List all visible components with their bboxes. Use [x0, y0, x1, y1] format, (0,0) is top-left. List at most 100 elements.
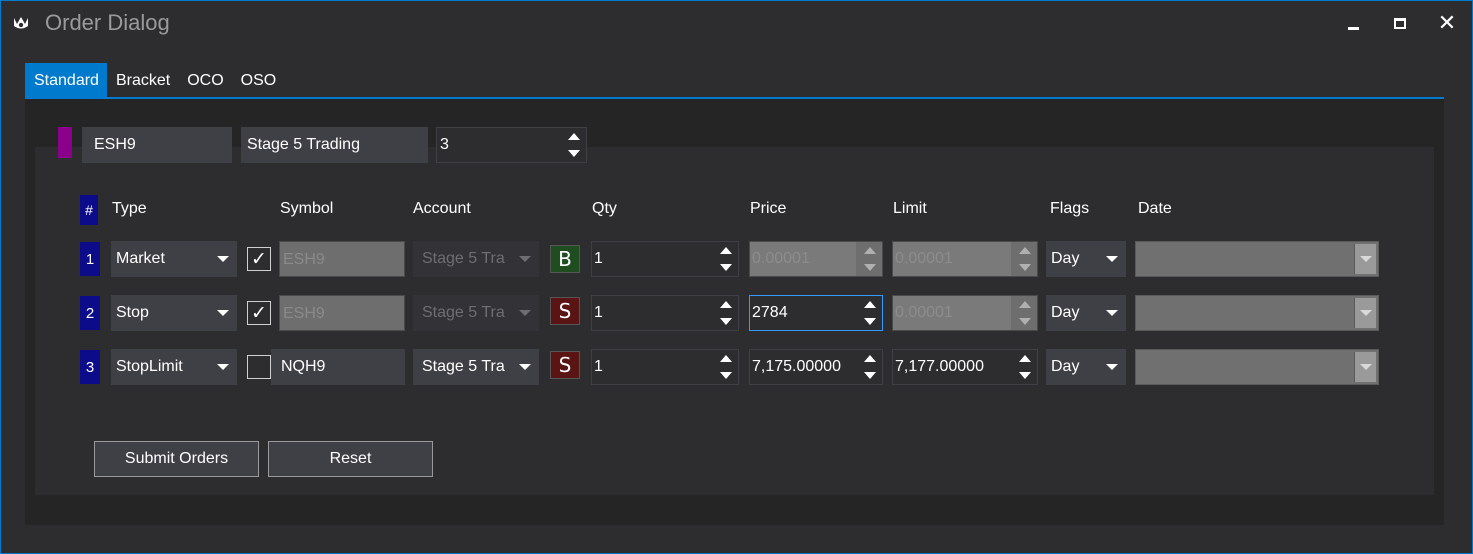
symbol-field-2[interactable]: ESH9: [279, 295, 405, 331]
account-column-header: Account: [413, 200, 471, 217]
row-number-header: #: [80, 195, 98, 225]
account-select-2[interactable]: Stage 5 Tra: [413, 295, 539, 331]
date-dropdown-button[interactable]: [1354, 244, 1376, 274]
spinner-arrows-icon[interactable]: [1019, 301, 1031, 325]
chevron-down-icon: [217, 256, 229, 262]
row-enabled-checkbox-3[interactable]: [247, 355, 271, 379]
date-dropdown-button[interactable]: [1354, 298, 1376, 328]
spinner-arrows-icon[interactable]: [720, 301, 732, 325]
checkmark-icon: ✓: [251, 302, 267, 324]
sell-side-button-2[interactable]: S: [550, 297, 580, 325]
price-stepper-1[interactable]: 0.00001: [749, 241, 883, 277]
minimize-button[interactable]: [1333, 9, 1373, 37]
color-swatch[interactable]: [58, 127, 72, 158]
price-value: 0.00001: [752, 250, 810, 267]
spinner-arrows-icon[interactable]: [568, 133, 580, 157]
order-type-select-1[interactable]: Market: [111, 241, 237, 277]
spinner-arrows-icon[interactable]: [864, 301, 876, 325]
tab-standard[interactable]: Standard: [25, 63, 107, 98]
flags-value: Day: [1051, 250, 1080, 267]
order-type-value: Market: [116, 250, 165, 267]
symbol-field-3[interactable]: NQH9: [271, 349, 405, 385]
account-value: Stage 5 Tra: [422, 304, 505, 321]
chevron-down-icon: [1106, 310, 1118, 316]
qty-stepper-2[interactable]: 1: [591, 295, 739, 331]
header-quantity-value: 3: [440, 136, 449, 153]
maximize-button[interactable]: [1380, 9, 1420, 37]
sell-side-button-3[interactable]: S: [550, 351, 580, 379]
row-enabled-checkbox-1[interactable]: ✓: [247, 247, 271, 271]
chevron-down-icon: [1360, 256, 1372, 262]
order-type-value: StopLimit: [116, 358, 183, 375]
chevron-down-icon: [519, 364, 531, 370]
close-icon: ✕: [1437, 10, 1457, 35]
tab-bracket[interactable]: Bracket: [107, 63, 178, 98]
chevron-down-icon: [1106, 364, 1118, 370]
account-value: Stage 5 Tra: [422, 250, 505, 267]
buy-side-button-1[interactable]: B: [550, 245, 580, 273]
spinner-arrows-icon[interactable]: [720, 247, 732, 271]
symbol-field-1[interactable]: ESH9: [279, 241, 405, 277]
flags-select-2[interactable]: Day: [1046, 295, 1126, 331]
minimize-icon: [1347, 26, 1359, 30]
price-stepper-2[interactable]: 2784: [749, 295, 883, 331]
spinner-arrows-icon[interactable]: [720, 355, 732, 379]
price-stepper-3[interactable]: 7,175.00000: [749, 349, 883, 385]
qty-stepper-3[interactable]: 1: [591, 349, 739, 385]
qty-value: 1: [594, 304, 603, 321]
flags-select-1[interactable]: Day: [1046, 241, 1126, 277]
price-value: 2784: [752, 304, 788, 321]
flags-column-header: Flags: [1050, 200, 1090, 217]
chevron-down-icon: [1360, 310, 1372, 316]
account-value: Stage 5 Tra: [422, 358, 505, 375]
close-button[interactable]: ✕: [1427, 9, 1467, 37]
account-select-3[interactable]: Stage 5 Tra: [413, 349, 539, 385]
date-column-header: Date: [1138, 200, 1172, 217]
limit-stepper-1[interactable]: 0.00001: [892, 241, 1038, 277]
chevron-down-icon: [519, 256, 531, 262]
maximize-icon: [1394, 17, 1406, 29]
limit-stepper-2[interactable]: 0.00001: [892, 295, 1038, 331]
date-dropdown-button[interactable]: [1354, 352, 1376, 382]
checkmark-icon: ✓: [251, 248, 267, 270]
date-picker-3[interactable]: [1135, 349, 1379, 385]
window-title: Order Dialog: [45, 10, 170, 35]
spinner-arrows-icon[interactable]: [864, 355, 876, 379]
title-bar[interactable]: Order Dialog ✕: [1, 1, 1472, 45]
submit-orders-button[interactable]: Submit Orders: [94, 441, 259, 477]
row-number-3: 3: [80, 350, 100, 384]
flags-select-3[interactable]: Day: [1046, 349, 1126, 385]
reset-button[interactable]: Reset: [268, 441, 433, 477]
price-column-header: Price: [750, 200, 787, 217]
limit-value: 0.00001: [895, 304, 953, 321]
account-select-1[interactable]: Stage 5 Tra: [413, 241, 539, 277]
flags-value: Day: [1051, 358, 1080, 375]
order-type-select-3[interactable]: StopLimit: [111, 349, 237, 385]
date-picker-1[interactable]: [1135, 241, 1379, 277]
chevron-down-icon: [217, 364, 229, 370]
row-enabled-checkbox-2[interactable]: ✓: [247, 301, 271, 325]
flags-value: Day: [1051, 304, 1080, 321]
order-dialog-window: Order Dialog ✕ Standard Bracket OCO OSO …: [0, 0, 1473, 554]
limit-stepper-3[interactable]: 7,177.00000: [892, 349, 1038, 385]
date-picker-2[interactable]: [1135, 295, 1379, 331]
qty-value: 1: [594, 358, 603, 375]
header-quantity-stepper[interactable]: 3: [436, 127, 587, 163]
symbol-column-header: Symbol: [280, 200, 334, 217]
header-account-field[interactable]: Stage 5 Trading: [241, 127, 428, 163]
limit-value: 7,177.00000: [895, 358, 984, 375]
app-logo-icon: [14, 17, 28, 29]
qty-stepper-1[interactable]: 1: [591, 241, 739, 277]
tab-oco[interactable]: OCO: [178, 63, 231, 98]
spinner-arrows-icon[interactable]: [864, 247, 876, 271]
limit-column-header: Limit: [893, 200, 927, 217]
header-symbol-field[interactable]: ESH9: [82, 127, 232, 163]
spinner-arrows-icon[interactable]: [1019, 355, 1031, 379]
spinner-arrows-icon[interactable]: [1019, 247, 1031, 271]
chevron-down-icon: [1106, 256, 1118, 262]
tab-strip: Standard Bracket OCO OSO: [25, 63, 284, 98]
order-type-select-2[interactable]: Stop: [111, 295, 237, 331]
tab-oso[interactable]: OSO: [232, 63, 285, 98]
type-column-header: Type: [112, 200, 147, 217]
chevron-down-icon: [519, 310, 531, 316]
